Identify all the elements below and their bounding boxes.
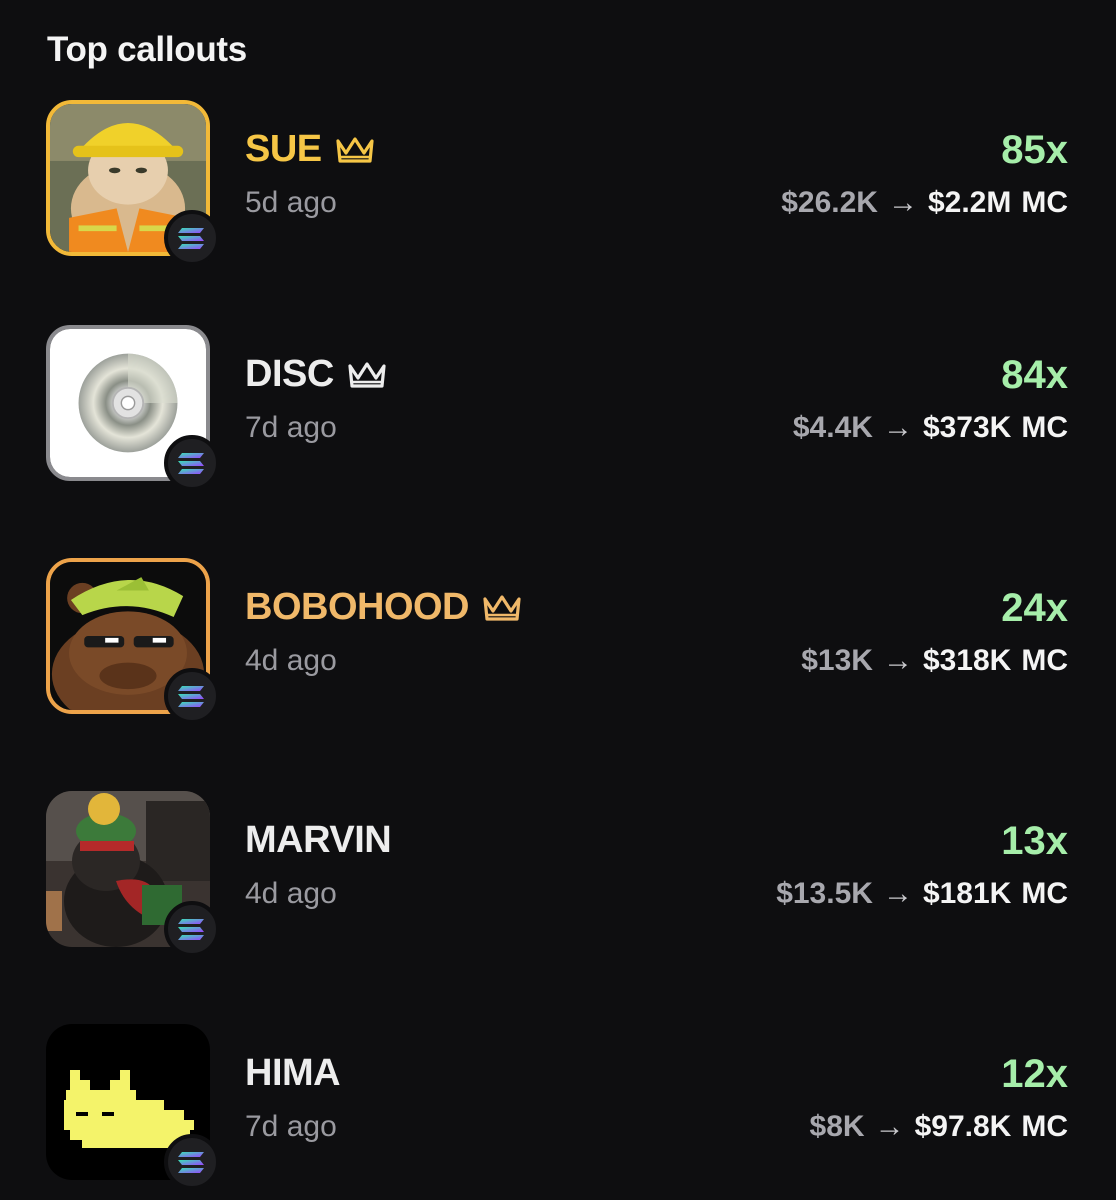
arrow-right-icon: →	[882, 644, 913, 677]
crown-icon	[481, 591, 523, 625]
mc-to: $97.8K	[914, 1110, 1012, 1143]
market-cap-change: $13.5K → $181K MC	[776, 877, 1068, 911]
mc-unit: MC	[1021, 644, 1068, 677]
arrow-right-icon: →	[882, 411, 913, 444]
mc-to: $373K	[922, 411, 1012, 444]
multiplier: 12x	[1001, 1052, 1068, 1096]
arrow-right-icon: →	[882, 877, 913, 910]
time-ago: 4d ago	[245, 644, 337, 677]
token-name: SUE	[245, 128, 376, 171]
mc-from: $4.4K	[792, 411, 873, 444]
arrow-right-icon: →	[874, 1110, 905, 1143]
mc-unit: MC	[1021, 1110, 1068, 1143]
mc-to: $2.2M	[927, 186, 1012, 219]
token-avatar	[46, 100, 220, 266]
token-name: DISC	[245, 353, 388, 396]
callout-row-sue[interactable]: SUE 5d ago 85x $26.2K → $2.2M MC	[0, 100, 1116, 270]
mc-from: $8K	[809, 1110, 865, 1143]
arrow-right-icon: →	[887, 186, 918, 219]
token-symbol: MARVIN	[245, 819, 392, 861]
token-avatar	[46, 791, 220, 957]
time-ago: 7d ago	[245, 1110, 337, 1143]
market-cap-change: $26.2K → $2.2M MC	[781, 186, 1068, 220]
callout-row-disc[interactable]: DISC 7d ago 84x $4.4K → $373K MC	[0, 325, 1116, 495]
mc-unit: MC	[1021, 877, 1068, 910]
mc-from: $26.2K	[781, 186, 878, 219]
callout-row-hima[interactable]: HIMA 7d ago 12x $8K → $97.8K MC	[0, 1024, 1116, 1194]
market-cap-change: $8K → $97.8K MC	[810, 1110, 1068, 1144]
callout-row-bobohood[interactable]: BOBOHOOD 4d ago 24x $13K → $318K MC	[0, 558, 1116, 728]
mc-from: $13K	[801, 644, 873, 677]
time-ago: 7d ago	[245, 411, 337, 444]
crown-icon	[346, 358, 388, 392]
multiplier: 13x	[1001, 819, 1068, 863]
token-name: HIMA	[245, 1052, 341, 1095]
token-symbol: SUE	[245, 128, 322, 170]
callout-row-marvin[interactable]: MARVIN 4d ago 13x $13.5K → $181K MC	[0, 791, 1116, 961]
solana-icon	[164, 901, 220, 957]
token-symbol: BOBOHOOD	[245, 586, 470, 628]
token-avatar	[46, 1024, 220, 1190]
crown-icon	[334, 133, 376, 167]
market-cap-change: $4.4K → $373K MC	[793, 411, 1068, 445]
mc-to: $318K	[922, 644, 1012, 677]
time-ago: 5d ago	[245, 186, 337, 219]
market-cap-change: $13K → $318K MC	[801, 644, 1068, 678]
multiplier: 84x	[1001, 353, 1068, 397]
token-avatar	[46, 558, 220, 724]
mc-from: $13.5K	[776, 877, 873, 910]
solana-icon	[164, 1134, 220, 1190]
multiplier: 24x	[1001, 586, 1068, 630]
token-symbol: HIMA	[245, 1052, 341, 1094]
time-ago: 4d ago	[245, 877, 337, 910]
solana-icon	[164, 668, 220, 724]
solana-icon	[164, 210, 220, 266]
solana-icon	[164, 435, 220, 491]
token-name: MARVIN	[245, 819, 392, 862]
multiplier: 85x	[1001, 128, 1068, 172]
token-symbol: DISC	[245, 353, 334, 395]
token-avatar	[46, 325, 220, 491]
token-name: BOBOHOOD	[245, 586, 523, 629]
section-title: Top callouts	[47, 30, 247, 69]
mc-unit: MC	[1021, 186, 1068, 219]
mc-to: $181K	[922, 877, 1012, 910]
mc-unit: MC	[1021, 411, 1068, 444]
